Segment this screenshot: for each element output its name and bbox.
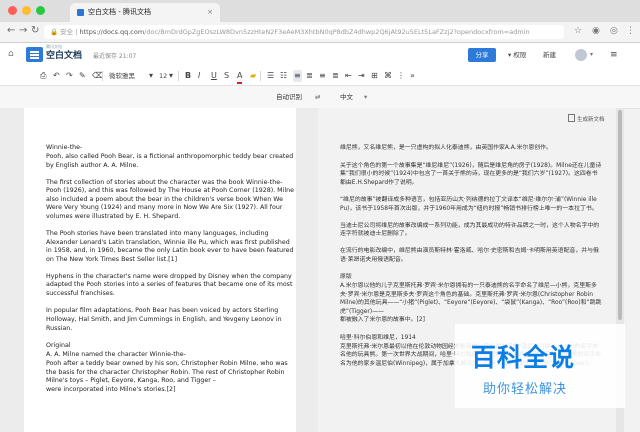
pane-divider <box>296 108 318 432</box>
toolbar-more-icon[interactable]: » <box>410 70 415 82</box>
source-paragraph[interactable]: In popular film adaptations, Pooh Bear h… <box>46 307 296 333</box>
underline-icon[interactable]: U <box>211 70 217 82</box>
font-style-select[interactable]: 微软雅黑 <box>109 70 135 82</box>
translated-paragraph[interactable]: 在流行的电影改编中，维尼熊由演员斯特林·霍洛威、哈尔·史密斯和吉姆·卡明斯用英语… <box>340 247 602 264</box>
tab-close-icon[interactable]: × <box>207 3 213 22</box>
url-field[interactable]: 🔒 安全 | https://docs.qq.com/doc/BmDrdGpZg… <box>44 25 564 39</box>
undo-icon[interactable]: ↶ <box>53 70 60 82</box>
watermark-subtitle: 助你轻松解决 <box>483 382 568 397</box>
document-title[interactable]: 空白文档 <box>46 48 82 61</box>
avatar[interactable] <box>575 49 587 61</box>
app-header: ⌂ 腾讯文档 空白文档 最近保存 21:07 分享 ▾ 权限 新建 ▾ ≡ <box>0 43 640 68</box>
address-bar: ← → ↻ 🔒 安全 | https://docs.qq.com/doc/BmD… <box>0 22 640 43</box>
extension-icon[interactable]: ◉ <box>592 26 600 36</box>
reload-icon[interactable]: ↻ <box>31 25 39 36</box>
watermark-title: 百科全说 <box>471 343 576 372</box>
table-icon[interactable]: ⊞ <box>371 70 378 82</box>
forward-icon[interactable]: → <box>19 25 27 36</box>
format-painter-icon[interactable]: ✎ <box>79 70 86 82</box>
url-secure-label: 安全 <box>60 28 74 36</box>
numbered-list-icon[interactable]: ☷ <box>280 70 287 82</box>
swap-language-icon[interactable]: ⇄ <box>315 91 320 103</box>
permission-button[interactable]: ▾ 权限 <box>508 48 526 62</box>
account-caret-icon[interactable]: ▾ <box>590 51 593 58</box>
translated-paragraph[interactable]: 当迪士尼公司将维尼的故事改编成一系列功能，成为其最成功的特许品牌之一时，这个人物… <box>340 222 602 239</box>
source-language-select[interactable]: 自动识别 <box>276 91 302 103</box>
align-justify-icon[interactable]: ≣ <box>332 70 339 82</box>
left-margin <box>0 108 24 432</box>
profile-icon[interactable]: ◎ <box>610 26 618 36</box>
translated-paragraph[interactable]: “维尼的故事”被翻译成多种语言，包括亚历山大·列纳德的拉丁文译本“维尼·维尔尔·… <box>340 196 602 213</box>
bold-icon[interactable]: B <box>185 70 191 82</box>
generate-doc-button[interactable]: 生成新文档 <box>568 114 605 123</box>
tab-title: 空白文档 - 腾讯文档 <box>88 8 151 16</box>
translated-paragraph[interactable]: 维尼熊，又名维尼熊，是一只虚构的拟人化泰迪熊，由英国作家A.A.米尔恩创作。 <box>340 144 602 153</box>
title-bar: 空白文档 - 腾讯文档 × <box>0 0 640 22</box>
document-icon <box>568 114 575 122</box>
docs-logo-icon[interactable] <box>26 47 43 62</box>
close-window-icon[interactable] <box>8 6 17 15</box>
more-icon[interactable]: ⋮ <box>397 70 405 82</box>
align-right-icon[interactable]: ≡ <box>319 70 326 82</box>
link-icon[interactable]: ⌘ <box>384 70 392 82</box>
font-size-caret-icon[interactable]: ▾ <box>169 70 173 82</box>
browser-menu-icon[interactable]: ⋮ <box>626 26 635 36</box>
browser-tab[interactable]: 空白文档 - 腾讯文档 × <box>70 3 220 22</box>
source-paragraph[interactable]: The Pooh stories have been translated in… <box>46 230 296 264</box>
text-color-icon[interactable]: A <box>237 70 243 84</box>
minimize-window-icon[interactable] <box>22 6 31 15</box>
menu-icon[interactable]: ≡ <box>610 48 618 62</box>
bookmark-star-icon[interactable]: ☆ <box>574 26 582 36</box>
favicon-icon <box>77 9 84 16</box>
source-paragraph[interactable]: Pooh after a teddy bear owned by his son… <box>46 360 296 386</box>
generate-doc-label: 生成新文档 <box>577 117 605 123</box>
highlight-icon[interactable]: ▰ <box>250 70 256 82</box>
save-status: 最近保存 21:07 <box>93 53 137 60</box>
font-size-select[interactable]: 12 <box>159 70 167 82</box>
align-center-icon[interactable]: ≣ <box>306 70 313 82</box>
translated-paragraph[interactable]: 关于这个角色的第一个故事集是“维尼维尼”(1926)，随后是维尼角的房子(192… <box>340 162 602 188</box>
browser-window: 空白文档 - 腾讯文档 × ← → ↻ 🔒 安全 | https://docs.… <box>0 0 640 432</box>
source-document[interactable]: Winnie-the- Pooh, also called Pooh Bear, … <box>24 108 296 432</box>
lock-icon: 🔒 <box>50 28 59 36</box>
toolbar-separator <box>178 71 179 81</box>
translate-bar: 自动识别 ⇄ 中文 ▾ <box>0 86 640 109</box>
bullet-list-icon[interactable]: ☰ <box>267 70 274 82</box>
italic-icon[interactable]: I <box>198 70 200 82</box>
source-paragraph[interactable]: A. A. Milne named the character Winnie-t… <box>46 351 296 360</box>
source-paragraph[interactable]: Pooh, also called Pooh Bear, is a fictio… <box>46 153 296 170</box>
redo-icon[interactable]: ↷ <box>66 70 73 82</box>
print-icon[interactable]: ⎙ <box>40 70 46 82</box>
target-language-caret-icon[interactable]: ▾ <box>364 91 367 103</box>
url-host: https://docs.qq.com <box>79 28 145 36</box>
toolbar-separator <box>102 71 103 81</box>
new-doc-button[interactable]: 新建 <box>543 48 556 62</box>
back-icon[interactable]: ← <box>7 25 15 36</box>
format-toolbar: ⎙ ↶ ↷ ✎ ⌫ 微软雅黑 ▾ 12 ▾ B I U S A ▰ ☰ ☷ ≡ ≣ ≡ ≣ ⇤ ⇥ ⊞ ⌘ ⋮» <box>0 67 640 86</box>
scrollbar-thumb[interactable] <box>618 110 622 320</box>
source-paragraph[interactable]: Original <box>46 342 296 351</box>
outdent-icon[interactable]: ⇤ <box>345 70 352 82</box>
source-paragraph[interactable]: were incorporated into Milne's stories.[… <box>46 386 296 395</box>
source-paragraph[interactable]: The first collection of stories about th… <box>46 179 296 222</box>
target-language-select[interactable]: 中文 <box>340 91 353 103</box>
source-paragraph[interactable]: Hyphens in the character's name were dro… <box>46 273 296 299</box>
toolbar-separator <box>260 71 261 81</box>
strikethrough-icon[interactable]: S <box>224 70 229 82</box>
url-path: /doc/BmDrdGpZgEOszLW8Dvn5zzHteN2F3eAeM3X… <box>144 28 530 36</box>
watermark: 百科全说 助你轻松解决 <box>455 324 625 408</box>
share-button[interactable]: 分享 <box>468 48 496 62</box>
translated-paragraph[interactable]: A.米尔恩以他的儿子克里斯托弗·罗宾·米尔恩拥有的一只泰迪熊的名字命名了维尼—小… <box>340 282 602 316</box>
indent-icon[interactable]: ⇥ <box>358 70 365 82</box>
font-style-caret-icon[interactable]: ▾ <box>149 70 153 82</box>
align-left-icon[interactable]: ≡ <box>293 70 302 82</box>
home-icon[interactable]: ⌂ <box>8 49 14 59</box>
source-paragraph[interactable]: Winnie-the- <box>46 144 296 153</box>
translated-paragraph[interactable]: 原版 <box>340 273 602 282</box>
maximize-window-icon[interactable] <box>36 6 45 15</box>
